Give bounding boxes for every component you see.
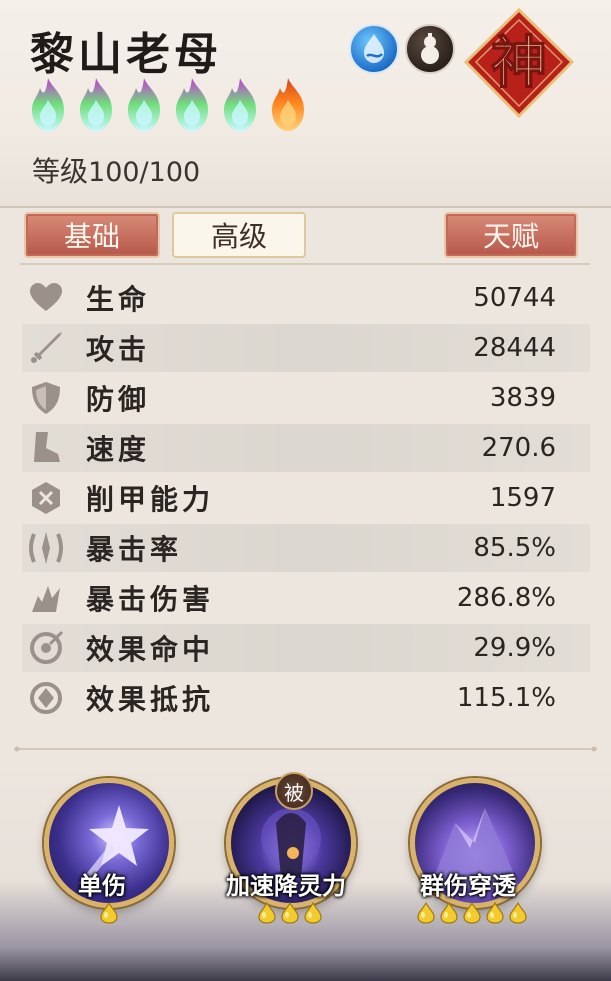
stat-row: 削甲能力 1597 [22,474,590,522]
stat-tabs: 基础 高级 天赋 [0,212,611,262]
stat-value: 3839 [489,383,556,413]
stat-label: 效果命中 [86,633,215,666]
stat-value: 1597 [489,483,556,513]
stat-row: 效果抵抗 115.1% [22,674,590,722]
passive-badge: 被 [275,772,313,810]
stat-value: 29.9% [473,633,556,663]
skill-cost-1 [99,902,119,924]
effect-resist-icon [26,678,66,718]
star-flame-orange-icon [272,78,304,131]
tab-basic[interactable]: 基础 [24,212,160,258]
star-flame-green-icon [80,78,112,131]
tab-talent[interactable]: 天赋 [444,212,578,258]
stat-label: 暴击伤害 [86,583,215,616]
effect-hit-icon [26,628,66,668]
god-badge-text: 神 [491,30,547,96]
gourd-icon[interactable] [405,24,455,74]
stat-row: 攻击 28444 [22,324,590,372]
stat-value: 115.1% [456,683,556,713]
mana-drop-icon [304,902,322,924]
stat-label: 防御 [86,383,151,416]
mana-drop-icon [440,902,458,924]
level-label: 等级 [32,155,89,188]
level-display: 等级100/100 [32,150,200,190]
stat-label: 削甲能力 [86,483,215,516]
shield-icon [26,378,66,418]
sword-icon [26,328,66,368]
stat-label: 攻击 [86,333,151,366]
boot-icon [26,428,66,468]
header-divider [0,206,611,208]
god-rank-badge: 神 [460,6,578,122]
stat-row: 暴击伤害 286.8% [22,574,590,622]
stat-value: 286.8% [456,583,556,613]
star-flame-green-icon [224,78,256,131]
mana-drop-icon [486,902,504,924]
stat-row: 生命 50744 [22,274,590,322]
stat-label: 暴击率 [86,533,183,566]
stat-label: 生命 [86,283,151,316]
mana-drop-icon [281,902,299,924]
star-flame-green-icon [176,78,208,131]
hero-name: 黎山老母 [30,29,222,80]
crit-damage-icon [26,578,66,618]
stat-value: 28444 [473,333,556,363]
heart-icon [26,278,66,318]
stat-row: 防御 3839 [22,374,590,422]
tabs-divider [20,263,590,265]
skill-cost-3 [416,902,528,924]
stat-row: 暴击率 85.5% [22,524,590,572]
star-flame-green-icon [128,78,160,131]
armor-break-icon [26,478,66,518]
stat-value: 270.6 [481,433,556,463]
mana-drop-icon [463,902,481,924]
mana-drop-icon [509,902,527,924]
stat-value: 85.5% [473,533,556,563]
skill-name-1: 单伤 [78,871,126,900]
mana-drop-icon [258,902,276,924]
skill-cost-2 [257,902,323,924]
stat-value: 50744 [473,283,556,313]
skill-name-2: 加速降灵力 [226,871,346,900]
skill-name-3: 群伤穿透 [420,871,516,900]
star-flames [26,76,310,134]
stat-label: 效果抵抗 [86,683,215,716]
tab-advanced[interactable]: 高级 [172,212,306,258]
hero-header: 黎山老母 等级100/100 神 [0,0,611,206]
section-divider [14,746,597,752]
stat-label: 速度 [86,433,151,466]
mana-drop-icon [100,902,118,924]
water-icon[interactable] [349,24,399,74]
stat-row: 速度 270.6 [22,424,590,472]
mana-drop-icon [417,902,435,924]
level-value: 100/100 [88,157,201,188]
crit-rate-icon [26,528,66,568]
star-flame-green-icon [32,78,64,131]
stat-row: 效果命中 29.9% [22,624,590,672]
